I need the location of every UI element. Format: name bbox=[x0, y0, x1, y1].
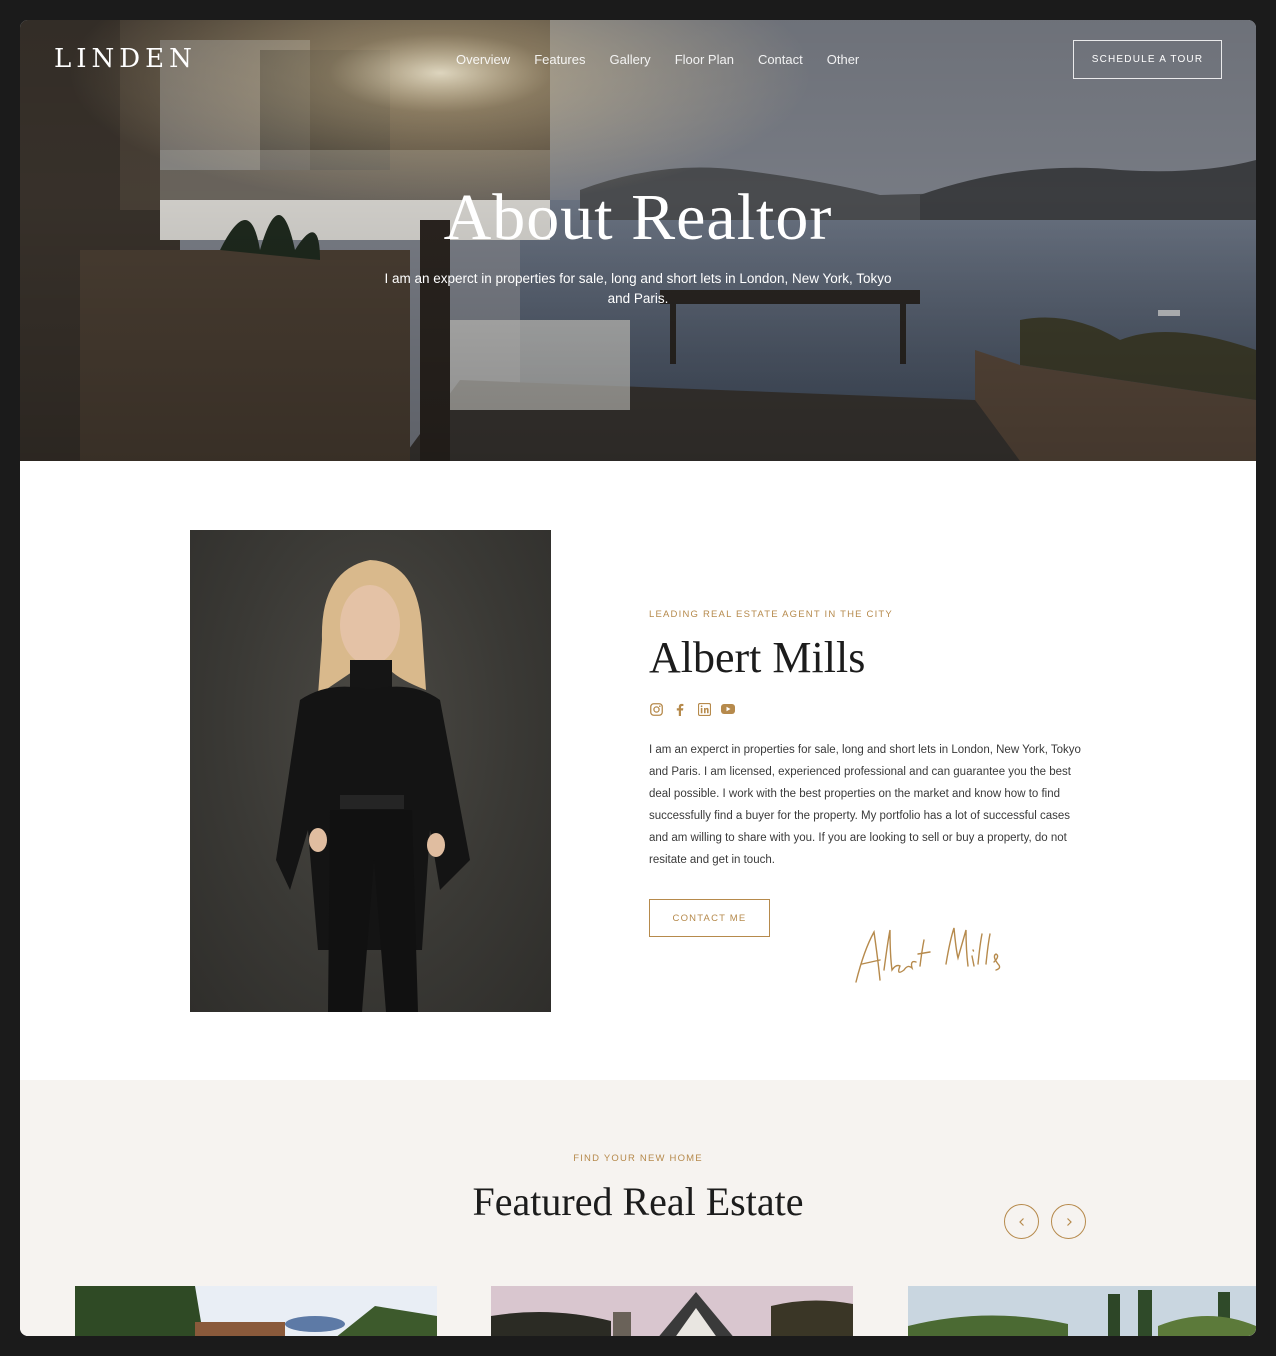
instagram-icon[interactable] bbox=[649, 702, 663, 716]
nav-item-contact[interactable]: Contact bbox=[758, 52, 803, 67]
chevron-left-icon bbox=[1018, 1217, 1024, 1226]
youtube-icon[interactable] bbox=[721, 702, 735, 716]
property-card[interactable] bbox=[908, 1286, 1256, 1336]
featured-section: FIND YOUR NEW HOME Featured Real Estate bbox=[20, 1080, 1256, 1336]
agent-portrait bbox=[190, 530, 551, 1012]
next-button[interactable] bbox=[1051, 1204, 1086, 1239]
property-image bbox=[75, 1286, 437, 1336]
about-eyebrow: LEADING REAL ESTATE AGENT IN THE CITY bbox=[649, 609, 893, 620]
contact-me-button[interactable]: CONTACT ME bbox=[649, 899, 770, 937]
schedule-tour-button[interactable]: SCHEDULE A TOUR bbox=[1073, 40, 1222, 79]
hero-title: About Realtor bbox=[443, 181, 833, 254]
nav-item-gallery[interactable]: Gallery bbox=[610, 52, 651, 67]
agent-signature bbox=[855, 927, 1001, 983]
nav-item-overview[interactable]: Overview bbox=[456, 52, 510, 67]
featured-eyebrow: FIND YOUR NEW HOME bbox=[573, 1153, 703, 1164]
agent-name: Albert Mills bbox=[649, 633, 866, 682]
property-card[interactable] bbox=[75, 1286, 437, 1336]
property-card[interactable] bbox=[491, 1286, 853, 1336]
agent-photo bbox=[276, 560, 470, 1012]
property-image bbox=[908, 1286, 1256, 1336]
main-nav: Overview Features Gallery Floor Plan Con… bbox=[456, 52, 859, 67]
linkedin-icon[interactable] bbox=[697, 702, 711, 716]
property-image bbox=[491, 1286, 853, 1336]
hero-section: LINDEN Overview Features Gallery Floor P… bbox=[20, 20, 1256, 461]
nav-item-other[interactable]: Other bbox=[827, 52, 860, 67]
nav-item-features[interactable]: Features bbox=[534, 52, 585, 67]
facebook-icon[interactable] bbox=[673, 702, 687, 716]
brand-logo[interactable]: LINDEN bbox=[54, 44, 197, 74]
social-links bbox=[649, 702, 735, 716]
prev-button[interactable] bbox=[1004, 1204, 1039, 1239]
nav-item-floor-plan[interactable]: Floor Plan bbox=[675, 52, 734, 67]
browser-window: LINDEN Overview Features Gallery Floor P… bbox=[20, 20, 1256, 1336]
hero-subtitle: I am an experct in properties for sale, … bbox=[384, 271, 892, 306]
chevron-right-icon bbox=[1066, 1217, 1072, 1226]
agent-bio: I am an experct in properties for sale, … bbox=[649, 744, 1081, 866]
